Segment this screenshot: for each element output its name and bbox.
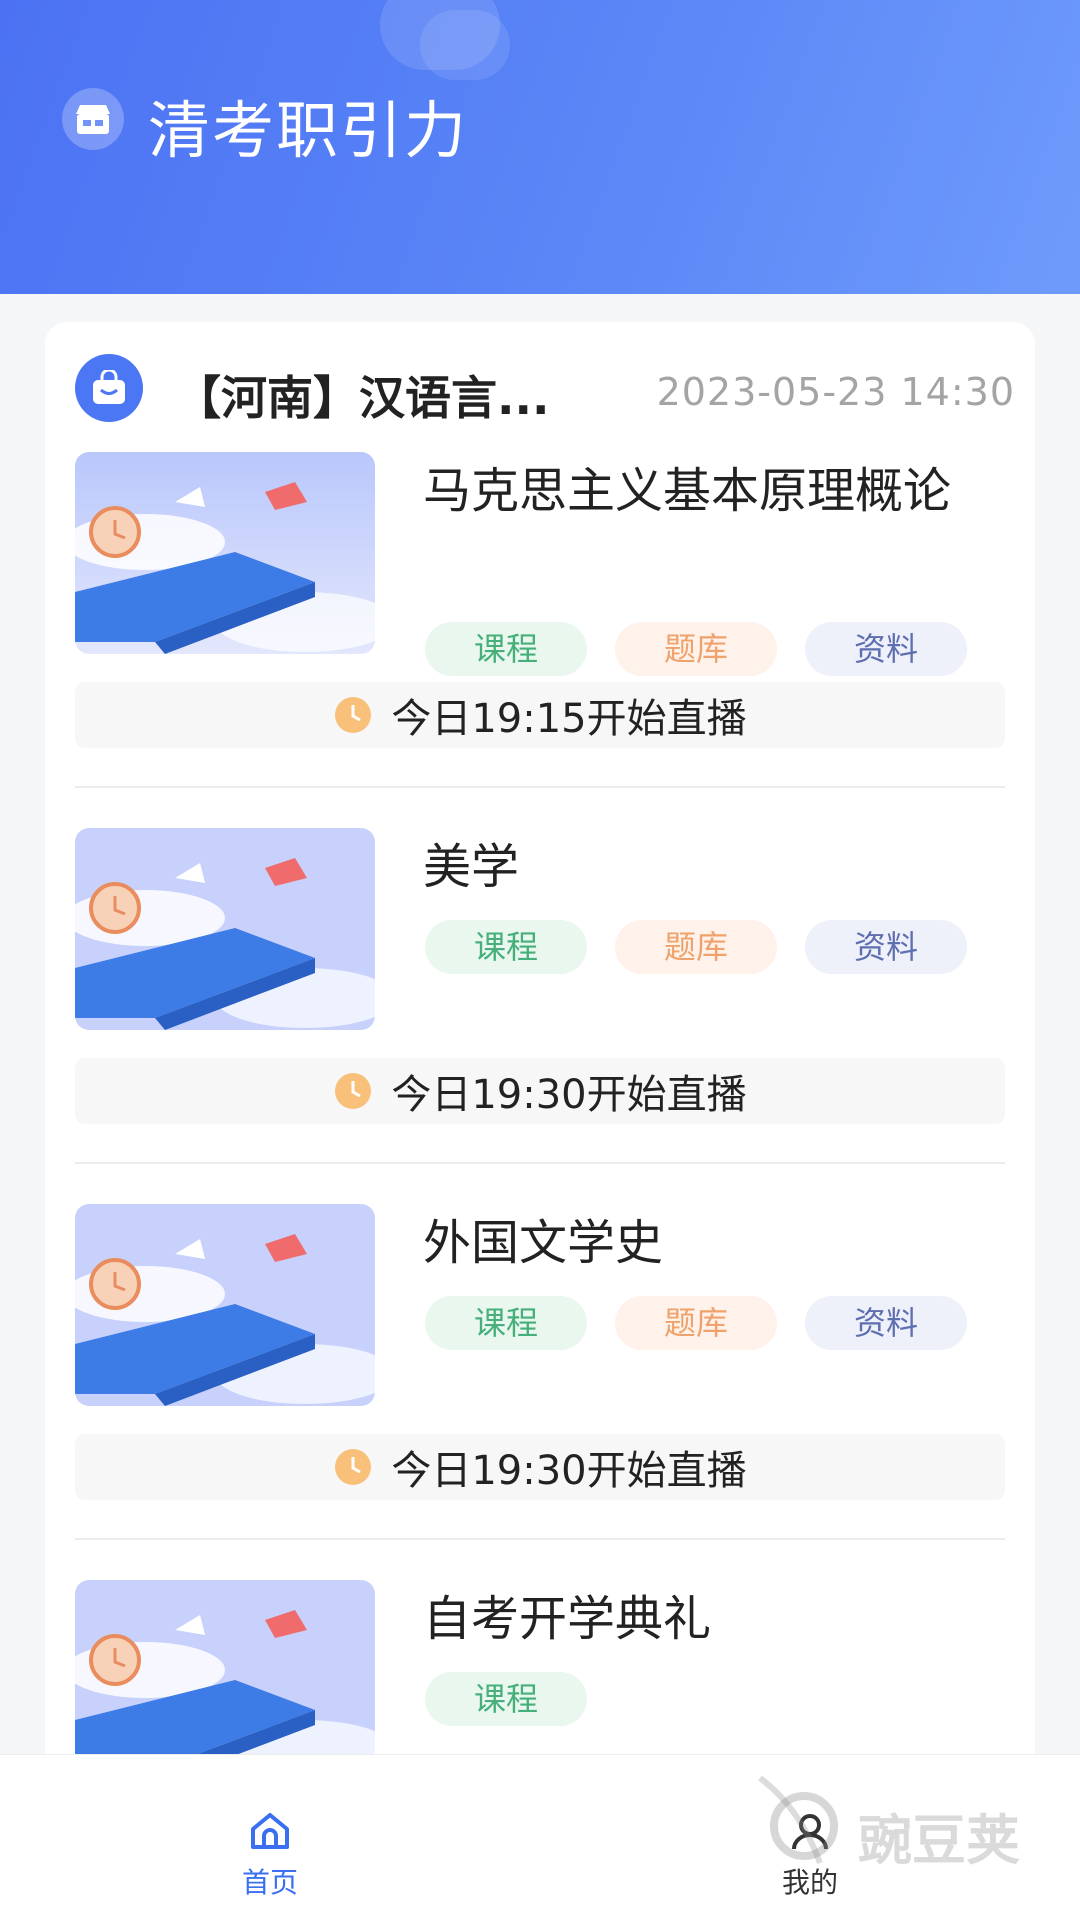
tag-question-bank[interactable]: 题库: [615, 1296, 777, 1350]
tab-home[interactable]: 首页: [170, 1755, 370, 1921]
tag-materials[interactable]: 资料: [805, 1296, 967, 1350]
tag-course[interactable]: 课程: [425, 1672, 587, 1726]
tag-question-bank[interactable]: 题库: [615, 920, 777, 974]
watermark-logo: 豌豆荚: [740, 1768, 1070, 1888]
card-header: 【河南】汉语言... 2023-05-23 14:30: [75, 354, 1015, 425]
app-header: 清考职引力: [0, 0, 1080, 294]
bag-icon: [75, 354, 143, 422]
live-schedule-bar[interactable]: 今日19:30开始直播: [75, 1058, 1005, 1124]
tag-course[interactable]: 课程: [425, 1296, 587, 1350]
tag-group: 课程 题库 资料: [425, 1296, 967, 1350]
timer-icon: [335, 1449, 372, 1485]
course-item[interactable]: 自考开学典礼 课程: [75, 1580, 1005, 1782]
tag-group: 课程 题库 资料: [425, 622, 967, 676]
tag-course[interactable]: 课程: [425, 622, 587, 676]
card-date: 2023-05-23 14:30: [656, 370, 1015, 414]
course-name: 美学: [423, 839, 520, 895]
course-thumbnail: [75, 1580, 375, 1782]
course-item[interactable]: 马克思主义基本原理概论 课程 题库 资料 今日19:15开始直播: [75, 452, 1005, 832]
divider: [75, 1162, 1005, 1164]
timer-icon: [335, 697, 372, 733]
tag-materials[interactable]: 资料: [805, 920, 967, 974]
tag-group: 课程: [425, 1672, 587, 1726]
course-item[interactable]: 美学 课程 题库 资料 今日19:30开始直播: [75, 828, 1005, 1208]
watermark-text: 豌豆荚: [858, 1809, 1020, 1872]
course-thumbnail: [75, 828, 375, 1030]
live-time-text: 今日19:15开始直播: [391, 696, 747, 742]
header-decoration: [420, 10, 510, 80]
home-icon: [251, 1813, 289, 1849]
timer-icon: [335, 1073, 372, 1109]
course-name: 外国文学史: [423, 1215, 664, 1271]
live-time-text: 今日19:30开始直播: [391, 1072, 747, 1118]
course-name: 自考开学典礼: [423, 1591, 712, 1647]
tag-materials[interactable]: 资料: [805, 622, 967, 676]
live-schedule-bar[interactable]: 今日19:15开始直播: [75, 682, 1005, 748]
card-title[interactable]: 【河南】汉语言...: [175, 362, 605, 428]
watermark-icon: [758, 1775, 838, 1865]
course-card: 【河南】汉语言... 2023-05-23 14:30 马克思主义基本原理概论 …: [45, 322, 1035, 1782]
divider: [75, 1538, 1005, 1540]
app-title: 清考职引力: [148, 94, 469, 167]
live-schedule-bar[interactable]: 今日19:30开始直播: [75, 1434, 1005, 1500]
tag-question-bank[interactable]: 题库: [615, 622, 777, 676]
divider: [75, 786, 1005, 788]
course-thumbnail: [75, 452, 375, 654]
tab-home-label: 首页: [241, 1866, 298, 1899]
course-item[interactable]: 外国文学史 课程 题库 资料 今日19:30开始直播: [75, 1204, 1005, 1584]
shop-icon: [62, 88, 124, 150]
tag-course[interactable]: 课程: [425, 920, 587, 974]
course-name: 马克思主义基本原理概论: [423, 463, 952, 519]
tag-group: 课程 题库 资料: [425, 920, 967, 974]
live-time-text: 今日19:30开始直播: [391, 1448, 747, 1494]
course-thumbnail: [75, 1204, 375, 1406]
